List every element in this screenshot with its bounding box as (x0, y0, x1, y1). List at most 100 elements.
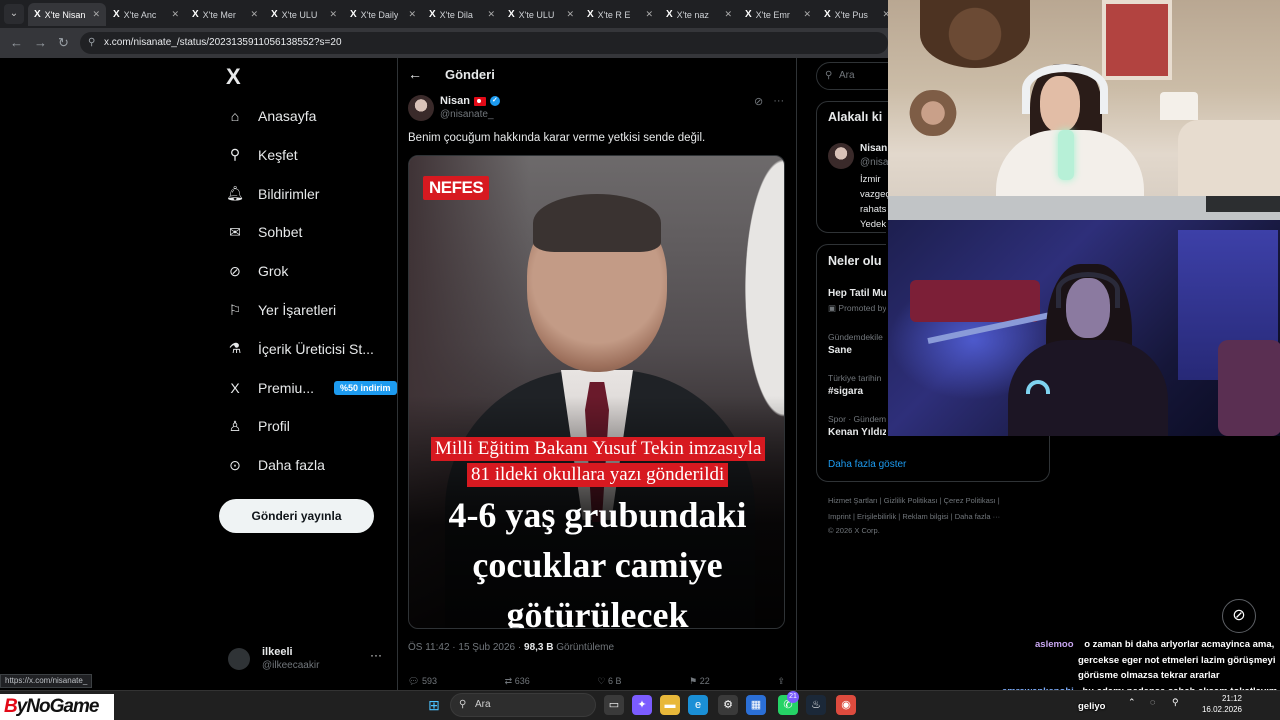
chat-message: aslemoo o zaman bi daha arlyorlar acmayi… (1035, 639, 1274, 650)
close-icon[interactable]: ✕ (171, 9, 179, 20)
sponsor-logo: ByNoGame (0, 694, 114, 720)
reload-icon[interactable]: ↻ (58, 35, 69, 51)
close-icon[interactable]: ✕ (92, 9, 100, 20)
trend-item-name[interactable]: Sane (828, 345, 852, 356)
copyright: © 2026 X Corp. (828, 526, 880, 535)
trend-item-name[interactable]: Hep Tatil Mu (828, 288, 887, 299)
close-icon[interactable]: ✕ (329, 9, 337, 20)
mic-icon[interactable]: ⚲ (1172, 697, 1179, 708)
post-timestamp[interactable]: ÖS 11:42 · 15 Şub 2026 · (408, 642, 524, 653)
like-button[interactable]: ♡ 6 B (597, 676, 621, 687)
copilot-icon[interactable]: ✦ (632, 695, 652, 715)
account-switcher[interactable]: ilkeeli @ilkeecaakir ··· (228, 644, 388, 674)
author-avatar[interactable] (408, 95, 434, 121)
browser-tab[interactable]: X X'te Anc ✕ (107, 3, 185, 26)
close-icon[interactable]: ✕ (250, 9, 258, 20)
repost-button[interactable]: ⇄ 636 (505, 676, 530, 687)
share-icon[interactable]: ⇪ (777, 676, 785, 687)
settings-gear-icon[interactable]: ⚙ (718, 695, 738, 715)
chat-message-continuation: görüsme olmazsa tekrar ararlar (1078, 670, 1220, 681)
tab-search-icon[interactable]: ⌄ (4, 4, 24, 24)
author-handle[interactable]: @nisanate_ (440, 109, 494, 120)
browser-tab[interactable]: X X'te Nisan ✕ (28, 3, 106, 26)
sidebar-item-more-circle[interactable]: ⊙ Daha fazla (226, 453, 325, 477)
repost-icon: ⇄ (504, 676, 513, 686)
more-circle-icon: ⊙ (229, 456, 241, 473)
bookmark-button[interactable]: ⚑ 22 (689, 676, 710, 687)
browser-tab[interactable]: X X'te ULU ✕ (265, 3, 343, 26)
chat-text: gercekse eger not etmeleri lazim görüşme… (1078, 655, 1276, 666)
windows-start-icon[interactable]: ⊞ (424, 695, 444, 715)
forward-icon[interactable]: → (34, 35, 47, 50)
author-name-row[interactable]: Nisan ✓ (440, 95, 500, 107)
sidebar-item-mail[interactable]: ✉ Sohbet (226, 220, 302, 244)
more-options-icon[interactable]: ··· (773, 95, 784, 108)
close-icon[interactable]: ✕ (487, 9, 495, 20)
relevant-user-name[interactable]: Nisan (860, 143, 887, 154)
browser-tab[interactable]: X X'te ULU ✕ (502, 3, 580, 26)
back-arrow-icon[interactable]: ← (408, 66, 422, 82)
task-view-icon[interactable]: ▭ (604, 695, 624, 715)
clock-date: 16.02.2026 (1201, 705, 1242, 714)
image-caption-line-1: Milli Eğitim Bakanı Yusuf Tekin imzasıyl… (431, 437, 766, 461)
more-icon[interactable]: ··· (370, 648, 382, 662)
x-favicon-icon: X (666, 9, 673, 20)
browser-tab[interactable]: X X'te Daily ✕ (344, 3, 422, 26)
x-favicon-icon: X (271, 9, 278, 20)
store-icon[interactable]: ▦ (746, 695, 766, 715)
close-icon[interactable]: ✕ (724, 9, 732, 20)
x-logo[interactable]: X (226, 64, 241, 90)
browser-tab[interactable]: X X'te R E ✕ (581, 3, 659, 26)
footer-links-row-2[interactable]: Imprint | Erişilebilirlik | Reklam bilgi… (828, 512, 1000, 521)
show-more-link[interactable]: Daha fazla göster (828, 459, 906, 470)
taskbar-clock[interactable]: 21:12 16.02.2026 (1196, 693, 1242, 715)
sidebar-item-search[interactable]: ⚲ Keşfet (226, 143, 298, 167)
edge-icon[interactable]: e (688, 695, 708, 715)
taskbar-search[interactable]: ⚲ Ara (450, 693, 596, 717)
view-label: Görüntüleme (553, 642, 615, 653)
browser-tab[interactable]: X X'te Dila ✕ (423, 3, 501, 26)
sidebar-item-label: Daha fazla (258, 457, 325, 474)
browser-tab[interactable]: X X'te Mer ✕ (186, 3, 264, 26)
close-icon[interactable]: ✕ (408, 9, 416, 20)
mail-icon: ✉ (229, 223, 241, 240)
file-explorer-icon[interactable]: ▬ (660, 695, 680, 715)
chevron-up-icon[interactable]: ⌃ (1128, 697, 1136, 708)
chat-message-continuation: gercekse eger not etmeleri lazim görüşme… (1078, 655, 1275, 666)
back-icon[interactable]: ← (10, 35, 23, 50)
grok-icon[interactable]: ⊘ (754, 95, 763, 108)
grok-floating-button[interactable]: ⊘ (1222, 599, 1256, 633)
footer-links-row-1[interactable]: Hizmet Şartları | Gizlilik Politikası | … (828, 496, 1000, 505)
relevant-user-avatar[interactable] (828, 143, 854, 169)
browser-tab[interactable]: X X'te Pus ✕ (818, 3, 896, 26)
reply-button[interactable]: 💬︎ 593 (408, 676, 437, 687)
trend-item-name[interactable]: Kenan Yıldız (828, 427, 887, 438)
x-favicon-icon: X (587, 9, 594, 20)
site-info-icon[interactable]: ⚲ (88, 32, 95, 54)
address-bar[interactable]: ⚲ x.com/nisanate_/status/202313591105613… (80, 32, 888, 54)
account-name: ilkeeli (262, 646, 293, 658)
webcam-bottom (886, 220, 1280, 436)
sidebar-item-grok[interactable]: ⊘ Grok (226, 259, 288, 283)
chrome-icon[interactable]: ◉ (836, 695, 856, 715)
tab-label: X'te Dila (439, 9, 473, 20)
sidebar-item-bell[interactable]: 🔔︎ Bildirimler (226, 182, 319, 206)
close-icon[interactable]: ✕ (645, 9, 653, 20)
close-icon[interactable]: ✕ (566, 9, 574, 20)
sidebar-item-label: Anasayfa (258, 108, 317, 124)
microphone (1058, 130, 1074, 180)
sidebar-item-person[interactable]: ♙ Profil (226, 414, 290, 438)
post-button[interactable]: Gönderi yayınla (219, 499, 374, 533)
trend-item-name[interactable]: #sigara (828, 386, 863, 397)
steam-icon[interactable]: ♨ (806, 695, 826, 715)
sidebar-item-creator-studio[interactable]: ⚗ İçerik Üreticisi St... (226, 337, 374, 361)
sidebar-item-home[interactable]: ⌂ Anasayfa (226, 104, 317, 128)
browser-tab[interactable]: X X'te Emr ✕ (739, 3, 817, 26)
post-image[interactable]: NEFES Milli Eğitim Bakanı Yusuf Tekin im… (408, 155, 785, 629)
sidebar-item-x-premium[interactable]: X Premiu... %50 indirim (226, 376, 397, 400)
close-icon[interactable]: ✕ (803, 9, 811, 20)
sidebar-item-bookmark[interactable]: ⚐ Yer İşaretleri (226, 298, 336, 322)
browser-tab[interactable]: X X'te naz ✕ (660, 3, 738, 26)
network-icon[interactable]: ◌ (1150, 697, 1155, 707)
address-bar-text: x.com/nisanate_/status/20231359110561385… (104, 37, 342, 48)
